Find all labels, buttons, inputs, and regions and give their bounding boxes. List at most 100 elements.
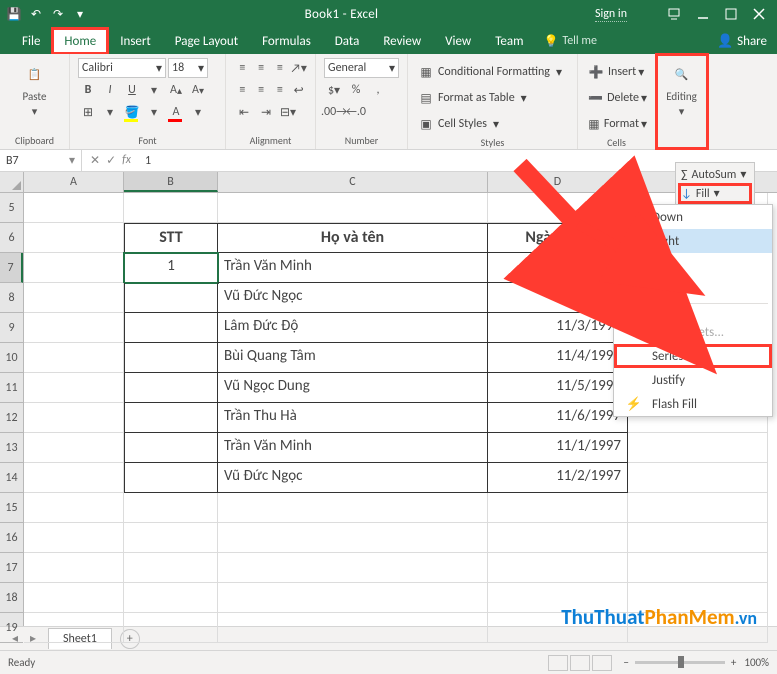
zoom-out-button[interactable]: −: [623, 656, 628, 669]
cancel-fx-icon[interactable]: ✕: [90, 153, 100, 168]
orientation-button[interactable]: ↗▾: [290, 58, 307, 78]
cell[interactable]: [124, 313, 218, 343]
row-head-19[interactable]: 19: [0, 613, 23, 643]
save-icon[interactable]: 💾: [6, 6, 22, 22]
col-head-d[interactable]: D: [488, 172, 628, 192]
row-head-13[interactable]: 13: [0, 433, 23, 463]
select-all-button[interactable]: [0, 172, 24, 193]
row-head-7[interactable]: 7: [0, 253, 23, 283]
zoom-level[interactable]: 100%: [744, 656, 769, 669]
autosum-button[interactable]: ∑AutoSum▾: [679, 165, 751, 184]
cell[interactable]: [218, 553, 488, 583]
cell[interactable]: [124, 493, 218, 523]
maximize-icon[interactable]: [725, 8, 737, 20]
cell[interactable]: Vũ Đức Ngọc: [218, 283, 488, 313]
align-left-button[interactable]: ≡: [234, 80, 251, 100]
cell[interactable]: [124, 283, 218, 313]
fill-down-item[interactable]: ↓Down: [614, 205, 772, 229]
align-center-button[interactable]: ≡: [253, 80, 270, 100]
paste-button[interactable]: 📋 Paste ▾: [8, 58, 61, 120]
name-box[interactable]: B7▾: [0, 150, 82, 171]
merge-button[interactable]: ⊟▾: [278, 102, 298, 122]
close-icon[interactable]: [753, 8, 765, 20]
cell[interactable]: [24, 583, 124, 613]
cell[interactable]: 11/6/1997: [488, 403, 628, 433]
cell[interactable]: [24, 463, 124, 493]
cell[interactable]: [24, 373, 124, 403]
flash-fill-item[interactable]: ⚡Flash Fill: [614, 392, 772, 416]
cell[interactable]: Trần Thu Hà: [218, 403, 488, 433]
underline-button[interactable]: U: [122, 80, 142, 100]
align-top-button[interactable]: ≡: [234, 58, 251, 78]
cell[interactable]: 11/2/1997: [488, 283, 628, 313]
cell[interactable]: [218, 493, 488, 523]
col-head-c[interactable]: C: [218, 172, 488, 192]
row-head-16[interactable]: 16: [0, 523, 23, 553]
cell[interactable]: Ngày sinh: [488, 223, 628, 253]
fill-button[interactable]: ↓Fill▾: [679, 184, 751, 203]
cell[interactable]: [488, 583, 628, 613]
row-head-17[interactable]: 17: [0, 553, 23, 583]
insert-cells-button[interactable]: ➕Insert▾: [586, 62, 647, 82]
cell[interactable]: [124, 403, 218, 433]
cell-styles-button[interactable]: ▣Cell Styles▾: [416, 114, 569, 134]
tab-insert[interactable]: Insert: [108, 28, 163, 54]
cell[interactable]: [488, 613, 628, 643]
increase-indent-button[interactable]: ⇥: [256, 102, 276, 122]
enter-fx-icon[interactable]: ✓: [106, 153, 116, 168]
fill-left-item[interactable]: ←Left: [614, 277, 772, 301]
font-color-button[interactable]: A: [166, 102, 186, 122]
page-break-view-button[interactable]: [592, 655, 612, 671]
row-head-9[interactable]: 9: [0, 313, 23, 343]
tab-review[interactable]: Review: [371, 28, 433, 54]
minimize-icon[interactable]: [697, 8, 709, 20]
undo-icon[interactable]: ↶: [28, 6, 44, 22]
cell[interactable]: [124, 463, 218, 493]
align-right-button[interactable]: ≡: [272, 80, 289, 100]
bold-button[interactable]: B: [78, 80, 98, 100]
cell[interactable]: [628, 493, 768, 523]
cell[interactable]: [24, 223, 124, 253]
cell[interactable]: 11/1/1997: [488, 433, 628, 463]
cell[interactable]: Vũ Đức Ngọc: [218, 463, 488, 493]
col-head-b[interactable]: B: [124, 172, 218, 192]
cell[interactable]: [124, 373, 218, 403]
borders-button[interactable]: ⊞: [78, 102, 98, 122]
tell-me[interactable]: 💡Tell me: [543, 28, 596, 54]
cell[interactable]: [218, 613, 488, 643]
fill-up-item[interactable]: ↑Up: [614, 253, 772, 277]
cell[interactable]: [24, 283, 124, 313]
cell[interactable]: Trần Văn Minh: [218, 253, 488, 283]
cell[interactable]: [124, 193, 218, 223]
zoom-slider[interactable]: [635, 661, 725, 664]
decrease-decimal-button[interactable]: ←.0: [346, 102, 366, 122]
increase-font-button[interactable]: A▴: [166, 80, 186, 100]
format-cells-button[interactable]: ▦Format▾: [586, 114, 647, 134]
ribbon-options-icon[interactable]: [667, 7, 681, 21]
tab-team[interactable]: Team: [483, 28, 535, 54]
decrease-indent-button[interactable]: ⇤: [234, 102, 254, 122]
row-head-8[interactable]: 8: [0, 283, 23, 313]
cell[interactable]: [24, 313, 124, 343]
zoom-in-button[interactable]: +: [731, 656, 736, 669]
cell[interactable]: [24, 193, 124, 223]
cell[interactable]: [124, 613, 218, 643]
fx-icon[interactable]: fx: [122, 153, 131, 168]
cell[interactable]: [218, 583, 488, 613]
cell[interactable]: [124, 583, 218, 613]
italic-button[interactable]: I: [100, 80, 120, 100]
cell[interactable]: Bùi Quang Tâm: [218, 343, 488, 373]
tab-data[interactable]: Data: [323, 28, 372, 54]
row-head-12[interactable]: 12: [0, 403, 23, 433]
tab-file[interactable]: File: [10, 28, 52, 54]
tab-page-layout[interactable]: Page Layout: [163, 28, 250, 54]
cell[interactable]: 11/3/1997: [488, 313, 628, 343]
fill-series-item[interactable]: Series...: [614, 344, 772, 368]
cell[interactable]: [124, 343, 218, 373]
conditional-formatting-button[interactable]: ▦Conditional Formatting▾: [416, 62, 569, 82]
cell[interactable]: [24, 403, 124, 433]
cell[interactable]: [124, 433, 218, 463]
row-head-5[interactable]: 5: [0, 193, 23, 223]
cell[interactable]: [488, 193, 628, 223]
font-name-dropdown[interactable]: Calibri▾: [78, 58, 166, 78]
